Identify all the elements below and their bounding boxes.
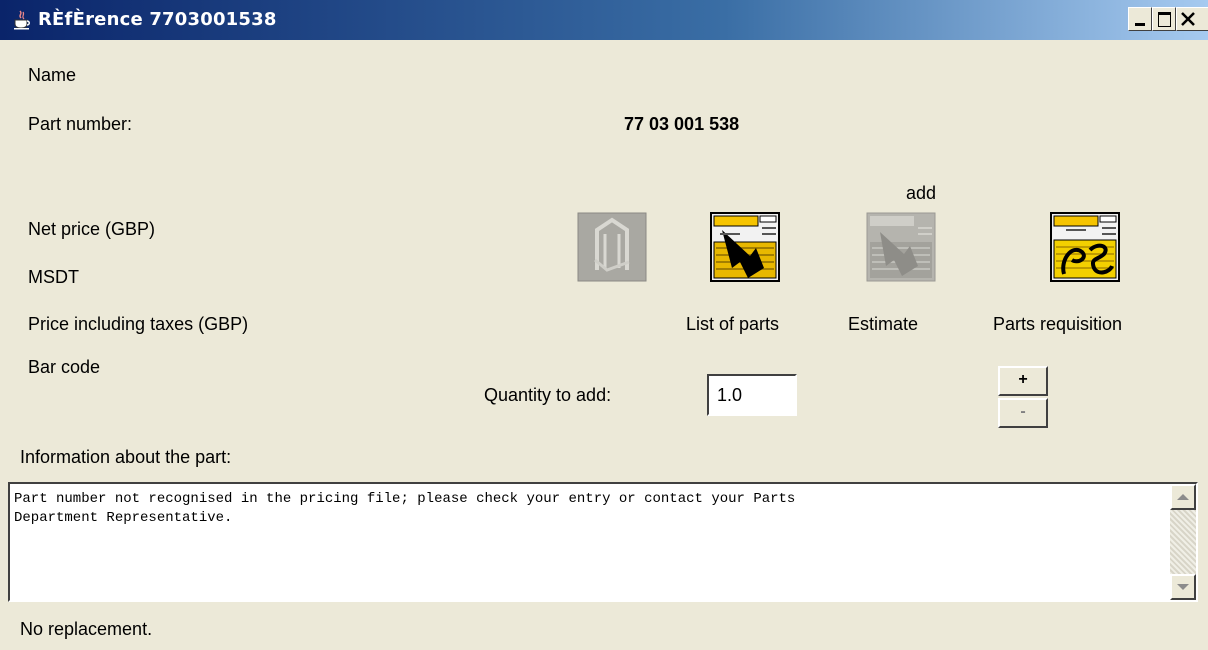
window-title: RÈfÈrence 7703001538	[38, 9, 277, 30]
name-label: Name	[28, 65, 77, 85]
java-cup-icon	[12, 10, 32, 30]
quantity-decrement-button[interactable]: -	[998, 398, 1048, 428]
part-number-label: Part number:	[28, 114, 133, 134]
list-of-parts-button[interactable]	[710, 212, 780, 282]
quantity-increment-button[interactable]: +	[998, 366, 1048, 396]
parts-requisition-button[interactable]	[1050, 212, 1120, 282]
scroll-down-button[interactable]	[1170, 574, 1196, 600]
maximize-button[interactable]	[1152, 7, 1176, 31]
part-information-text: Part number not recognised in the pricin…	[14, 491, 796, 526]
msdt-label: MSDT	[28, 267, 79, 287]
estimate-label: Estimate	[848, 314, 919, 334]
minimize-icon	[1135, 23, 1145, 26]
parts-list-icon	[710, 212, 780, 282]
bar-code-label: Bar code	[28, 357, 101, 377]
part-drawing-icon	[577, 212, 647, 282]
scroll-track[interactable]	[1170, 510, 1196, 574]
list-of-parts-label: List of parts	[686, 314, 780, 334]
parts-requisition-label: Parts requisition	[993, 314, 1123, 334]
part-number-value: 77 03 001 538	[624, 114, 740, 134]
minimize-button[interactable]	[1128, 7, 1152, 31]
estimate-icon	[866, 212, 936, 282]
close-button[interactable]	[1176, 7, 1208, 31]
estimate-button[interactable]	[866, 212, 936, 282]
parts-requisition-icon	[1050, 212, 1120, 282]
add-label: add	[906, 183, 937, 203]
information-label: Information about the part:	[20, 447, 232, 467]
reference-window: RÈfÈrence 7703001538 Name Part number: 7…	[0, 0, 1208, 650]
scroll-up-button[interactable]	[1170, 484, 1196, 510]
arrow-up-icon	[1177, 494, 1189, 500]
price-incl-taxes-label: Price including taxes (GBP)	[28, 314, 249, 334]
net-price-label: Net price (GBP)	[28, 219, 156, 239]
close-icon	[1181, 12, 1195, 26]
part-information-textarea[interactable]: Part number not recognised in the pricin…	[8, 482, 1198, 602]
arrow-down-icon	[1177, 584, 1189, 590]
title-bar[interactable]: RÈfÈrence 7703001538	[0, 0, 1208, 40]
part-image-button[interactable]	[577, 212, 647, 282]
maximize-icon	[1158, 12, 1171, 27]
info-scrollbar[interactable]	[1170, 484, 1196, 600]
quantity-label: Quantity to add:	[484, 385, 612, 405]
replacement-status: No replacement.	[20, 619, 153, 639]
quantity-input[interactable]	[707, 374, 797, 416]
